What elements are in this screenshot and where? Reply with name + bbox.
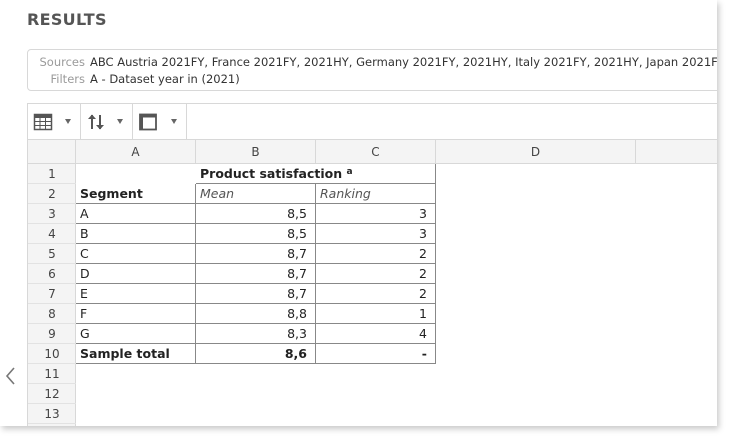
filters-value: A - Dataset year in (2021) <box>90 72 240 86</box>
row-header-13[interactable]: 13 <box>28 404 76 424</box>
cell-segment[interactable]: B <box>76 224 196 244</box>
column-header-empty <box>636 140 717 164</box>
results-panel: RESULTS Sources ABC Austria 2021FY, Franc… <box>0 0 717 426</box>
cell-segment[interactable]: F <box>76 304 196 324</box>
cell-segment[interactable]: D <box>76 264 196 284</box>
cell-total-mean[interactable]: 8,6 <box>196 344 316 364</box>
filters-label: Filters <box>50 72 85 86</box>
table-icon <box>33 113 53 131</box>
row-header-4[interactable]: 4 <box>28 224 76 244</box>
cell-segment[interactable]: A <box>76 204 196 224</box>
cell-mean[interactable]: 8,5 <box>196 224 316 244</box>
row-header-6[interactable]: 6 <box>28 264 76 284</box>
cell-ranking[interactable]: 2 <box>316 284 436 304</box>
chevron-down-icon[interactable] <box>117 119 123 124</box>
sources-value: ABC Austria 2021FY, France 2021FY, 2021H… <box>90 55 717 69</box>
sources-label: Sources <box>39 55 86 69</box>
row-header-3[interactable]: 3 <box>28 204 76 224</box>
row-header-8[interactable]: 8 <box>28 304 76 324</box>
group-title: Product satisfaction <box>200 166 343 181</box>
cell-ranking[interactable]: 2 <box>316 264 436 284</box>
layout-icon <box>139 113 157 131</box>
cell-mean[interactable]: 8,7 <box>196 264 316 284</box>
cell-total-ranking[interactable]: - <box>316 344 436 364</box>
cell-ranking[interactable]: 2 <box>316 244 436 264</box>
cell-mean[interactable]: 8,3 <box>196 324 316 344</box>
cell-segment[interactable]: G <box>76 324 196 344</box>
cell-mean[interactable]: 8,7 <box>196 244 316 264</box>
cell-b1-product-satisfaction[interactable]: Product satisfaction a <box>196 164 436 184</box>
cell-ranking[interactable]: 3 <box>316 224 436 244</box>
filters-row: Filters A - Dataset year in (2021) <box>28 71 240 87</box>
cell-mean[interactable]: 8,8 <box>196 304 316 324</box>
sort-icon <box>88 114 104 130</box>
table-view-button[interactable] <box>28 104 81 140</box>
cell-segment[interactable]: E <box>76 284 196 304</box>
column-header-b[interactable]: B <box>196 140 316 164</box>
row-header-2[interactable]: 2 <box>28 184 76 204</box>
group-note: a <box>346 167 353 177</box>
cell-ranking[interactable]: 3 <box>316 204 436 224</box>
cell-a2-segment-label[interactable]: Segment <box>76 184 196 204</box>
filter-summary: Sources ABC Austria 2021FY, France 2021FY… <box>27 49 717 91</box>
chevron-down-icon[interactable] <box>171 119 177 124</box>
row-header-5[interactable]: 5 <box>28 244 76 264</box>
sources-row: Sources ABC Austria 2021FY, France 2021FY… <box>28 54 718 70</box>
sort-button[interactable] <box>80 104 133 140</box>
spreadsheet-grid: A B C D 1 2 3 4 5 6 7 8 9 10 11 12 13 Pr… <box>27 139 717 426</box>
layout-button[interactable] <box>132 104 187 140</box>
cell-ranking[interactable]: 4 <box>316 324 436 344</box>
row-header-1[interactable]: 1 <box>28 164 76 184</box>
cell-mean[interactable]: 8,5 <box>196 204 316 224</box>
row-header-7[interactable]: 7 <box>28 284 76 304</box>
cell-segment[interactable]: C <box>76 244 196 264</box>
row-header-12[interactable]: 12 <box>28 384 76 404</box>
cell-mean[interactable]: 8,7 <box>196 284 316 304</box>
column-header-a[interactable]: A <box>76 140 196 164</box>
chevron-down-icon[interactable] <box>65 119 71 124</box>
chevron-left-icon[interactable] <box>4 366 18 386</box>
cell-ranking[interactable]: 1 <box>316 304 436 324</box>
row-header-10[interactable]: 10 <box>28 344 76 364</box>
column-header-c[interactable]: C <box>316 140 436 164</box>
row-header-11[interactable]: 11 <box>28 364 76 384</box>
grid-corner <box>28 140 76 164</box>
cell-b2-mean-label[interactable]: Mean <box>196 184 316 204</box>
column-header-d[interactable]: D <box>436 140 636 164</box>
cell-c2-ranking-label[interactable]: Ranking <box>316 184 436 204</box>
row-header-9[interactable]: 9 <box>28 324 76 344</box>
panel-title: RESULTS <box>27 10 107 29</box>
cell-total-label[interactable]: Sample total <box>76 344 196 364</box>
toolbar <box>27 103 717 140</box>
